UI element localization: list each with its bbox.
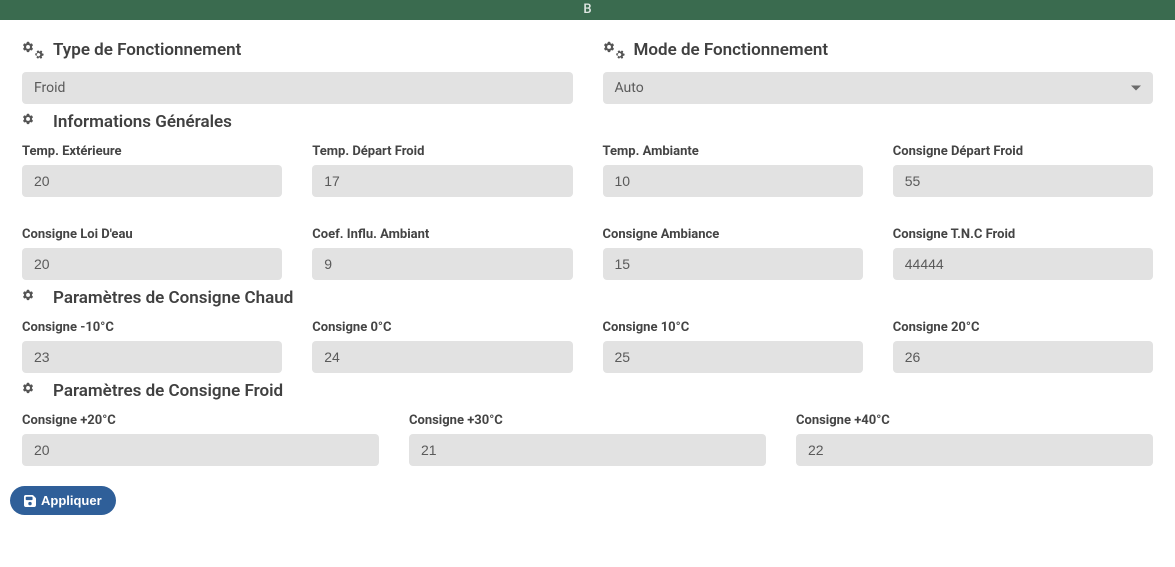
field-label: Consigne 20°C	[893, 320, 1153, 335]
section-title-label: Paramètres de Consigne Chaud	[53, 288, 293, 308]
type-fonctionnement-value: Froid	[22, 72, 573, 104]
section-title-param-chaud: Paramètres de Consigne Chaud	[22, 288, 1153, 308]
header-bar: B	[0, 0, 1175, 20]
field-label: Temp. Départ Froid	[312, 144, 572, 159]
field-label: Consigne +20°C	[22, 413, 379, 428]
coef-influ-input[interactable]	[312, 248, 572, 280]
field-coef-influ: Coef. Influ. Ambiant	[312, 227, 572, 280]
chevron-down-icon	[1131, 86, 1141, 91]
field-chaud-p0: Consigne 0°C	[312, 320, 572, 373]
chaud-p0-input[interactable]	[312, 341, 572, 373]
field-label: Consigne -10°C	[22, 320, 282, 335]
field-label: Consigne Loi D'eau	[22, 227, 282, 242]
section-title-label: Informations Générales	[53, 112, 232, 132]
field-cons-dep-froid: Consigne Départ Froid	[893, 144, 1153, 197]
field-label: Coef. Influ. Ambiant	[312, 227, 572, 242]
mode-fonctionnement-value: Auto	[603, 72, 1154, 104]
section-title-label: Mode de Fonctionnement	[634, 40, 829, 60]
save-icon	[24, 494, 36, 508]
field-froid-p40: Consigne +40°C	[796, 413, 1153, 466]
gears-icon	[603, 41, 625, 59]
field-froid-p30: Consigne +30°C	[409, 413, 766, 466]
apply-button-label: Appliquer	[41, 493, 102, 508]
header-title: B	[583, 2, 591, 17]
gears-icon	[22, 382, 44, 400]
field-label: Consigne T.N.C Froid	[893, 227, 1153, 242]
field-label: Consigne 10°C	[603, 320, 863, 335]
field-chaud-p10: Consigne 10°C	[603, 320, 863, 373]
mode-fonctionnement-select[interactable]: Auto	[603, 72, 1154, 104]
froid-p40-input[interactable]	[796, 434, 1153, 466]
cons-dep-froid-input[interactable]	[893, 165, 1153, 197]
field-label: Consigne +30°C	[409, 413, 766, 428]
gears-icon	[22, 41, 44, 59]
temp-dep-froid-input[interactable]	[312, 165, 572, 197]
cons-ambiance-input[interactable]	[603, 248, 863, 280]
froid-p20-input[interactable]	[22, 434, 379, 466]
section-title-param-froid: Paramètres de Consigne Froid	[22, 381, 1153, 401]
field-froid-p20: Consigne +20°C	[22, 413, 379, 466]
section-title-info-generales: Informations Générales	[22, 112, 1153, 132]
section-title-label: Paramètres de Consigne Froid	[53, 381, 283, 401]
field-label: Temp. Extérieure	[22, 144, 282, 159]
field-cons-ambiance: Consigne Ambiance	[603, 227, 863, 280]
cons-loi-eau-input[interactable]	[22, 248, 282, 280]
chaud-m10-input[interactable]	[22, 341, 282, 373]
temp-ext-input[interactable]	[22, 165, 282, 197]
field-cons-loi-eau: Consigne Loi D'eau	[22, 227, 282, 280]
field-temp-ext: Temp. Extérieure	[22, 144, 282, 197]
cons-tnc-froid-input[interactable]	[893, 248, 1153, 280]
froid-p30-input[interactable]	[409, 434, 766, 466]
section-title-type-fonctionnement: Type de Fonctionnement	[22, 40, 573, 60]
field-temp-ambiante: Temp. Ambiante	[603, 144, 863, 197]
field-label: Consigne +40°C	[796, 413, 1153, 428]
gears-icon	[22, 289, 44, 307]
field-label: Consigne 0°C	[312, 320, 572, 335]
temp-ambiante-input[interactable]	[603, 165, 863, 197]
apply-button[interactable]: Appliquer	[10, 486, 116, 515]
field-temp-dep-froid: Temp. Départ Froid	[312, 144, 572, 197]
field-chaud-p20: Consigne 20°C	[893, 320, 1153, 373]
section-title-mode-fonctionnement: Mode de Fonctionnement	[603, 40, 1154, 60]
field-cons-tnc-froid: Consigne T.N.C Froid	[893, 227, 1153, 280]
field-label: Consigne Ambiance	[603, 227, 863, 242]
gears-icon	[22, 113, 44, 131]
section-title-label: Type de Fonctionnement	[53, 40, 241, 60]
field-label: Consigne Départ Froid	[893, 144, 1153, 159]
field-label: Temp. Ambiante	[603, 144, 863, 159]
chaud-p20-input[interactable]	[893, 341, 1153, 373]
field-chaud-m10: Consigne -10°C	[22, 320, 282, 373]
main-content: Type de Fonctionnement Froid Mode de Fon…	[0, 20, 1175, 537]
chaud-p10-input[interactable]	[603, 341, 863, 373]
